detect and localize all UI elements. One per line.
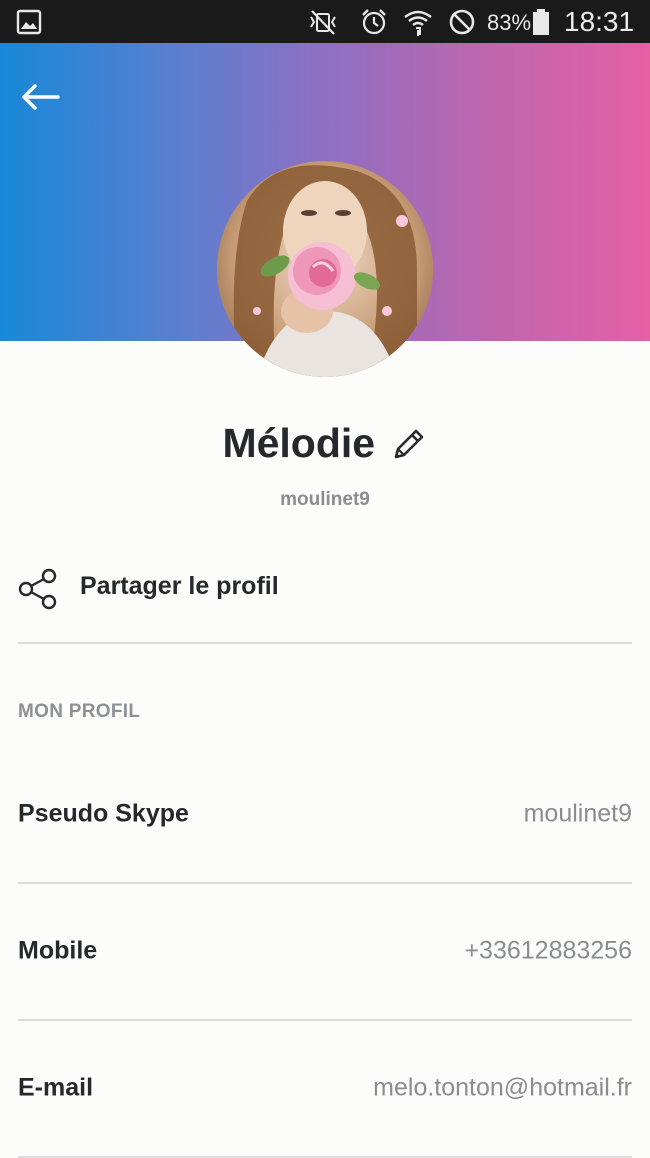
profile-name-row: Mélodie	[0, 420, 650, 480]
image-notification-icon	[16, 9, 42, 35]
battery-icon	[533, 9, 549, 35]
share-profile-label: Partager le profil	[80, 572, 279, 600]
wifi-icon	[404, 10, 432, 36]
share-icon	[18, 568, 57, 610]
alarm-icon	[362, 9, 386, 35]
vibrate-mute-icon	[310, 10, 336, 35]
clock: 18:31	[564, 6, 635, 37]
share-profile-button[interactable]: Partager le profil	[18, 550, 632, 644]
profile-name: Mélodie	[222, 420, 376, 466]
row-value: melo.tonton@hotmail.fr	[373, 1073, 632, 1102]
row-label: Pseudo Skype	[18, 799, 189, 828]
row-value: moulinet9	[523, 799, 632, 828]
arrow-left-icon	[22, 84, 60, 110]
back-button[interactable]	[14, 70, 68, 124]
status-bar: 83% 18:31	[0, 0, 650, 43]
profile-username: moulinet9	[280, 489, 370, 510]
avatar-photo	[217, 161, 433, 377]
row-value: +33612883256	[464, 936, 632, 965]
row-label: Mobile	[18, 936, 98, 965]
profile-row-skype-name[interactable]: Pseudo Skype moulinet9	[18, 746, 632, 884]
row-label: E-mail	[18, 1073, 94, 1102]
section-title: MON PROFIL	[18, 701, 141, 722]
profile-row-email[interactable]: E-mail melo.tonton@hotmail.fr	[18, 1020, 632, 1158]
battery-percent: 83%	[487, 10, 532, 35]
do-not-disturb-icon	[449, 9, 475, 35]
avatar[interactable]	[217, 161, 433, 377]
profile-row-mobile[interactable]: Mobile +33612883256	[18, 883, 632, 1021]
pencil-icon[interactable]	[390, 425, 428, 463]
